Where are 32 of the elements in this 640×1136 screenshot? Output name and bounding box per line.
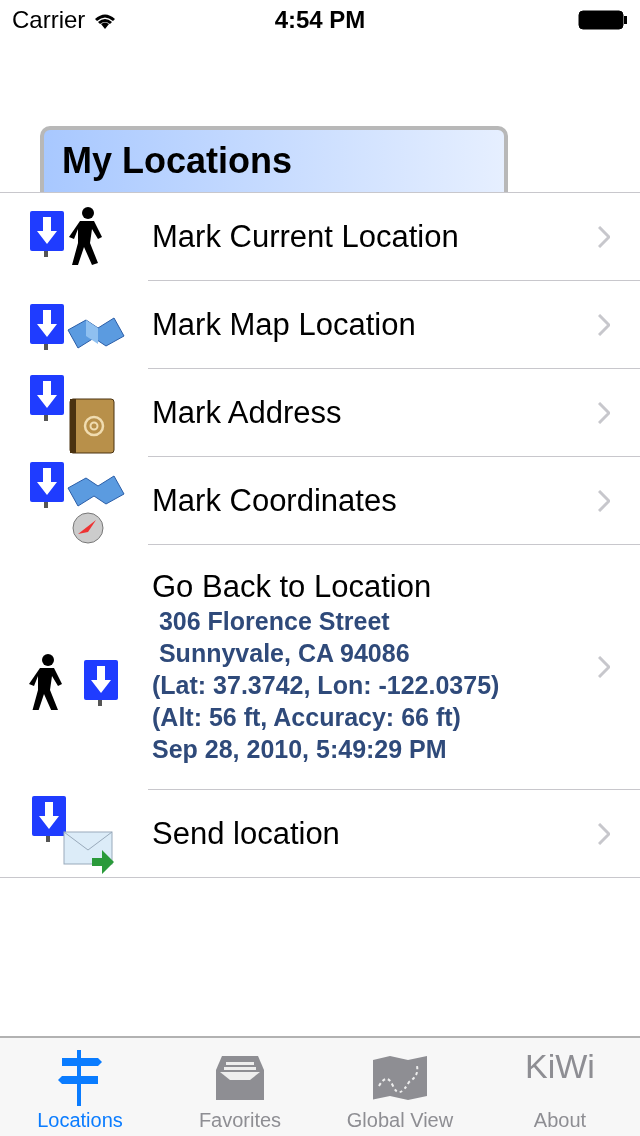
row-label: Mark Coordinates	[152, 482, 398, 519]
row-label: Send location	[152, 815, 341, 852]
treasure-map-icon	[373, 1056, 427, 1100]
battery-icon	[578, 10, 628, 30]
menu-row[interactable]: Go Back to Location 306 Florence Street Sunnyvale, CA 94086 (Lat: 37.3742, Lon: -122.0375) (Alt: 56 ft, Accuracy: 66 ft) Sep 28, 2010, 5:49:29 PM	[148, 545, 640, 790]
menu-row[interactable]: Send location	[0, 790, 640, 878]
signpost-icon	[58, 1050, 102, 1106]
row-label: Mark Map Location	[152, 306, 417, 343]
chevron-icon	[598, 313, 610, 336]
kiwi-logo: KiWi	[525, 1047, 595, 1086]
chevron-icon	[598, 225, 610, 248]
row-label: Mark Address	[152, 394, 343, 431]
location-detail: (Alt: 56 ft, Accuracy: 66 ft)	[152, 702, 462, 733]
menu-row[interactable]: Mark Coordinates	[148, 457, 640, 545]
carrier-label: Carrier	[12, 6, 86, 34]
row-label: Go Back to Location	[152, 569, 433, 605]
chevron-icon	[598, 401, 610, 424]
tab[interactable]: Locations	[0, 1038, 160, 1136]
location-detail: Sunnyvale, CA 94086	[157, 638, 411, 669]
section-header: My Locations	[40, 126, 508, 192]
location-detail: Sep 28, 2010, 5:49:29 PM	[152, 734, 448, 765]
chevron-icon	[598, 656, 610, 678]
clock-time: 4:54 PM	[274, 6, 366, 33]
location-detail: (Lat: 37.3742, Lon: -122.0375)	[152, 670, 501, 701]
inbox-tray-icon	[216, 1056, 264, 1100]
menu-row[interactable]: Mark Map Location	[148, 281, 640, 369]
chevron-icon	[598, 489, 610, 512]
chevron-icon	[598, 822, 610, 845]
location-detail: 306 Florence Street	[157, 606, 391, 637]
menu-row[interactable]: Mark Address	[148, 369, 640, 457]
menu-row[interactable]: Mark Current Location	[148, 193, 640, 281]
row-label: Mark Current Location	[152, 218, 460, 255]
